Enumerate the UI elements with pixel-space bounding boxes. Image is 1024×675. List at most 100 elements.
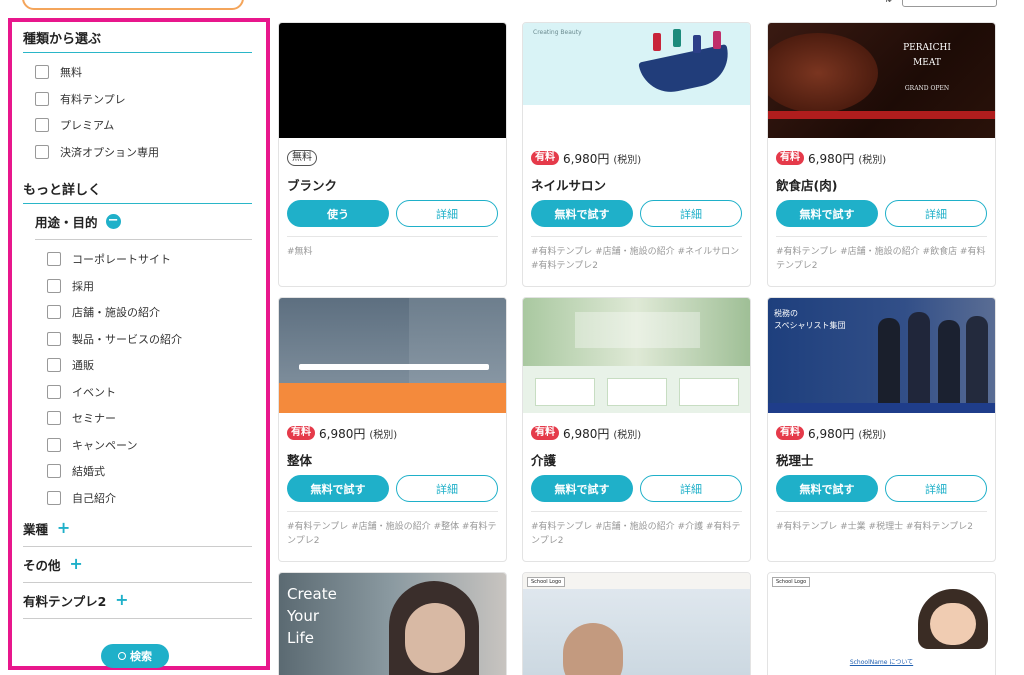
thumb-band (768, 111, 995, 119)
option-label: 結婚式 (72, 465, 105, 479)
tax-label: (税別) (613, 154, 642, 166)
purpose-option[interactable]: イベント (47, 379, 252, 406)
tax-label: (税別) (858, 154, 887, 166)
type-option-free[interactable]: 無料 (35, 59, 252, 86)
purpose-option[interactable]: 結婚式 (47, 458, 252, 485)
option-label: 有料テンプレ (60, 92, 126, 106)
purpose-option[interactable]: 製品・サービスの紹介 (47, 326, 252, 353)
paid-badge: 有料 (531, 426, 559, 440)
detail-button[interactable]: 詳細 (395, 200, 498, 227)
purpose-option[interactable]: キャンペーン (47, 432, 252, 459)
template-card-nail-salon[interactable]: Creating Beauty 有料 6,980円 (税別) ネイルサロン 無料で試… (522, 22, 751, 287)
checkbox[interactable] (47, 464, 61, 479)
other-toggle[interactable]: その他 + (23, 547, 252, 583)
type-option-paid[interactable]: 有料テンプレ (35, 86, 252, 113)
template-thumbnail[interactable] (279, 23, 506, 138)
try-free-button[interactable]: 無料で試す (531, 200, 633, 227)
checkbox[interactable] (47, 358, 61, 373)
purpose-option[interactable]: 自己紹介 (47, 485, 252, 512)
template-thumbnail[interactable]: Create Your Life (279, 573, 506, 675)
option-label: 採用 (72, 279, 94, 293)
detail-button[interactable]: 詳細 (884, 200, 987, 227)
purpose-option[interactable]: 通販 (47, 352, 252, 379)
collapse-icon[interactable]: − (105, 214, 121, 229)
checkbox[interactable] (47, 411, 61, 426)
thumb-footer (523, 105, 750, 138)
price: 6,980円 (563, 151, 610, 166)
paid2-toggle[interactable]: 有料テンプレ2 + (23, 583, 252, 619)
option-label: コーポレートサイト (72, 253, 171, 267)
use-button[interactable]: 使う (287, 200, 389, 227)
purpose-option[interactable]: セミナー (47, 405, 252, 432)
search-icon (118, 652, 126, 660)
checkbox[interactable] (47, 252, 61, 267)
expand-icon[interactable]: + (114, 592, 129, 608)
template-card-seitai[interactable]: 有料 6,980円 (税別) 整体 無料で試す 詳細 #有料テンプレ #店舗・施設の… (278, 297, 507, 562)
type-option-premium[interactable]: プレミアム (35, 112, 252, 139)
checkbox[interactable] (35, 118, 49, 133)
option-label: キャンペーン (72, 438, 138, 452)
detail-button[interactable]: 詳細 (639, 200, 742, 227)
template-thumbnail[interactable]: 税務の スペシャリスト集団 (768, 298, 995, 413)
type-option-payment[interactable]: 決済オプション専用 (35, 139, 252, 166)
purpose-option[interactable]: コーポレートサイト (47, 246, 252, 273)
template-tags: #有料テンプレ #店舗・施設の紹介 #整体 #有料テンプレ2 (287, 511, 498, 561)
purpose-toggle[interactable]: 用途・目的 − (35, 204, 252, 240)
checkbox[interactable] (35, 65, 49, 80)
expand-icon[interactable]: + (56, 520, 71, 536)
template-card-create-life[interactable]: Create Your Life (278, 572, 507, 675)
sort-arrow-icon: ⇅ (884, 0, 892, 5)
option-label: 自己紹介 (72, 491, 116, 505)
feature-box (607, 378, 667, 406)
option-label: 通販 (72, 359, 94, 373)
checkbox[interactable] (47, 384, 61, 399)
checkbox[interactable] (47, 305, 61, 320)
person-image (938, 320, 960, 403)
detail-button[interactable]: 詳細 (395, 475, 498, 502)
industry-toggle[interactable]: 業種 + (23, 511, 252, 547)
template-title: ブランク (287, 178, 338, 193)
template-card-kaigo[interactable]: 有料 6,980円 (税別) 介護 無料で試す 詳細 #有料テンプレ #店舗・施設の… (522, 297, 751, 562)
industry-label: 業種 (23, 522, 49, 537)
thumb-caption-box (575, 312, 700, 348)
search-button[interactable]: 検索 (101, 644, 169, 668)
try-free-button[interactable]: 無料で試す (776, 475, 878, 502)
option-label: プレミアム (60, 119, 115, 133)
template-card-tax-accountant[interactable]: 税務の スペシャリスト集団 有料 6,980円 (税別) 税理士 無料で試す 詳細 … (767, 297, 996, 562)
template-thumbnail[interactable]: Creating Beauty (523, 23, 750, 138)
checkbox[interactable] (35, 144, 49, 159)
try-free-button[interactable]: 無料で試す (531, 475, 633, 502)
template-card-blank[interactable]: 無料 ブランク 使う 詳細 #無料 (278, 22, 507, 287)
template-card-school-1[interactable]: School Logo (522, 572, 751, 675)
template-thumbnail[interactable] (523, 298, 750, 413)
sort-select[interactable] (902, 0, 997, 7)
purpose-option[interactable]: 店舗・施設の紹介 (47, 299, 252, 326)
try-free-button[interactable]: 無料で試す (287, 475, 389, 502)
thumb-heading: PERAICHI MEAT (903, 43, 951, 68)
template-thumbnail[interactable]: PERAICHI MEAT GRAND OPEN (768, 23, 995, 138)
checkbox[interactable] (47, 437, 61, 452)
template-card-school-2[interactable]: School Logo SchoolName について (767, 572, 996, 675)
template-thumbnail[interactable]: School Logo (523, 573, 750, 675)
template-thumbnail[interactable]: School Logo SchoolName について (768, 573, 995, 675)
thumb-heading: 税務の スペシャリスト集団 (774, 309, 846, 330)
template-title: 飲食店(肉) (776, 178, 838, 193)
template-title: ネイルサロン (531, 178, 607, 193)
checkbox[interactable] (47, 278, 61, 293)
detail-button[interactable]: 詳細 (884, 475, 987, 502)
detail-button[interactable]: 詳細 (639, 475, 742, 502)
option-label: 決済オプション専用 (60, 145, 159, 159)
checkbox[interactable] (47, 490, 61, 505)
option-label: セミナー (72, 412, 116, 426)
try-free-button[interactable]: 無料で試す (776, 200, 878, 227)
expand-icon[interactable]: + (69, 556, 84, 572)
purpose-option[interactable]: 採用 (47, 273, 252, 300)
price: 6,980円 (563, 426, 610, 441)
checkbox[interactable] (35, 91, 49, 106)
template-card-restaurant-meat[interactable]: PERAICHI MEAT GRAND OPEN 有料 6,980円 (税別) 飲食… (767, 22, 996, 287)
checkbox[interactable] (47, 331, 61, 346)
filter-pill[interactable] (22, 0, 244, 10)
price: 6,980円 (319, 426, 366, 441)
template-thumbnail[interactable] (279, 298, 506, 413)
thumb-logo: School Logo (527, 577, 566, 587)
